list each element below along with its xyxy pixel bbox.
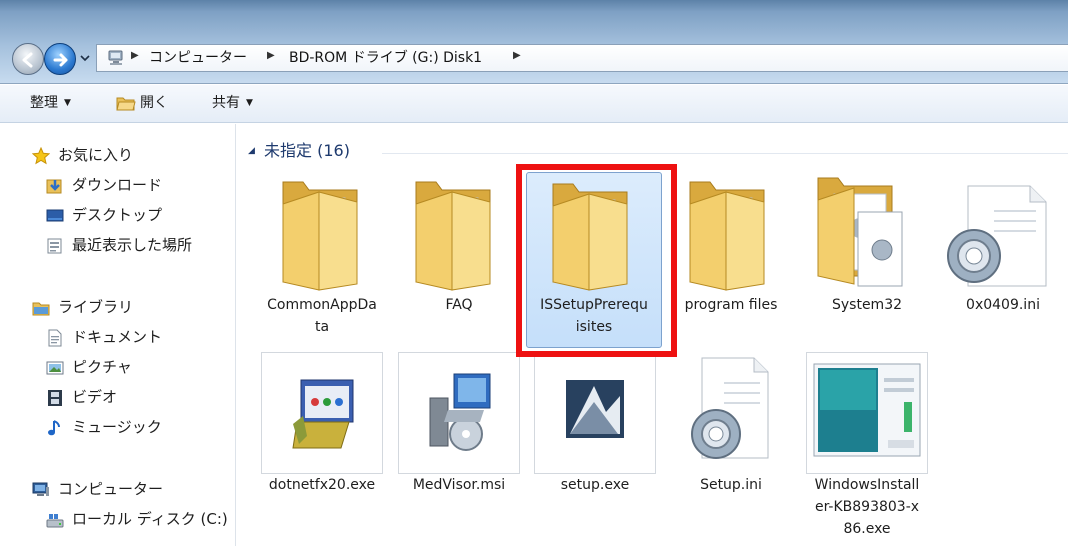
recent-pages-dropdown[interactable] bbox=[80, 53, 90, 63]
picture-icon bbox=[46, 361, 64, 375]
installer-box-icon bbox=[292, 379, 354, 449]
file-name: FAQ bbox=[445, 297, 473, 313]
share-label: 共有 bbox=[212, 95, 240, 111]
nav-videos-label: ビデオ bbox=[72, 388, 118, 406]
local-disk-icon bbox=[46, 514, 64, 528]
nav-downloads-label: ダウンロード bbox=[72, 176, 163, 194]
nav-music-label: ミュージック bbox=[72, 418, 162, 436]
address-bar: ▶ コンピューター ▶ BD-ROM ドライブ (G:) Disk1 ▶ bbox=[0, 0, 1068, 84]
desktop-icon bbox=[46, 209, 64, 222]
chevron-down-icon: ▼ bbox=[246, 98, 253, 108]
library-icon bbox=[32, 302, 50, 316]
nav-pictures-label: ピクチャ bbox=[72, 358, 132, 376]
msi-package-icon bbox=[429, 373, 491, 451]
config-file-icon bbox=[947, 185, 1047, 287]
command-bar: 整理 ▼ 開く 共有 ▼ bbox=[0, 85, 1068, 123]
music-icon bbox=[48, 420, 60, 436]
nav-desktop-label: デスクトップ bbox=[72, 206, 163, 224]
setup-app-icon bbox=[566, 380, 624, 438]
folder-icon bbox=[689, 181, 765, 291]
highlight-box bbox=[516, 164, 677, 357]
file-name: Setup.ini bbox=[700, 477, 762, 493]
open-folder-icon bbox=[116, 97, 136, 111]
chevron-down-icon: ▼ bbox=[64, 98, 71, 108]
windows-installer-icon bbox=[813, 363, 921, 457]
folder-icon bbox=[817, 177, 903, 287]
file-name: MedVisor.msi bbox=[412, 477, 506, 493]
config-file-icon bbox=[691, 357, 769, 459]
recent-places-icon bbox=[47, 238, 62, 254]
collapse-triangle-icon[interactable]: ◢ bbox=[248, 146, 255, 156]
file-name: 0x0409.ini bbox=[966, 297, 1040, 313]
file-name: WindowsInstall er-KB893803-x 86.exe bbox=[814, 477, 920, 537]
nav-recent-places-label: 最近表示した場所 bbox=[72, 236, 193, 254]
group-header-title: 未指定 (16) bbox=[264, 141, 350, 160]
breadcrumb-bd-rom-disk1[interactable]: BD-ROM ドライブ (G:) Disk1 bbox=[289, 49, 482, 67]
nav-favorites-label: お気に入り bbox=[58, 146, 134, 164]
open-label: 開く bbox=[140, 95, 168, 111]
share-button[interactable]: 共有 ▼ bbox=[212, 94, 253, 112]
breadcrumb[interactable]: ▶ コンピューター ▶ BD-ROM ドライブ (G:) Disk1 ▶ bbox=[96, 44, 1068, 72]
file-name: System32 bbox=[831, 297, 903, 313]
group-divider bbox=[382, 153, 1068, 154]
file-name: dotnetfx20.exe bbox=[268, 477, 376, 493]
breadcrumb-separator-icon[interactable]: ▶ bbox=[131, 50, 139, 61]
file-name: CommonAppDa ta bbox=[267, 297, 377, 335]
arrow-left-icon bbox=[22, 52, 33, 68]
arrow-right-icon bbox=[53, 53, 68, 67]
computer-icon bbox=[108, 50, 123, 65]
nav-computer-label: コンピューター bbox=[58, 480, 164, 498]
nav-libraries-label: ライブラリ bbox=[58, 298, 134, 316]
back-button[interactable] bbox=[12, 43, 44, 75]
nav-local-disk-label: ローカル ディスク (C:) bbox=[72, 510, 228, 528]
computer-icon bbox=[32, 482, 49, 496]
document-icon bbox=[48, 329, 62, 347]
breadcrumb-computer[interactable]: コンピューター bbox=[149, 49, 247, 67]
organize-label: 整理 bbox=[30, 95, 58, 111]
star-icon bbox=[32, 147, 50, 165]
open-button[interactable]: 開く bbox=[140, 94, 168, 112]
organize-button[interactable]: 整理 ▼ bbox=[30, 94, 71, 112]
navigation-pane: お気に入り ダウンロード デスクトップ 最近表示した場所 ライブラリ ドキュメン… bbox=[0, 124, 236, 546]
download-folder-icon bbox=[46, 179, 62, 194]
file-name: program files bbox=[684, 297, 778, 313]
folder-icon bbox=[282, 181, 358, 291]
forward-button[interactable] bbox=[44, 43, 76, 75]
breadcrumb-separator-icon[interactable]: ▶ bbox=[513, 50, 521, 61]
video-icon bbox=[48, 390, 62, 406]
nav-documents-label: ドキュメント bbox=[72, 328, 163, 346]
breadcrumb-separator-icon[interactable]: ▶ bbox=[267, 50, 275, 61]
file-name: setup.exe bbox=[560, 477, 630, 493]
folder-icon bbox=[415, 181, 491, 291]
